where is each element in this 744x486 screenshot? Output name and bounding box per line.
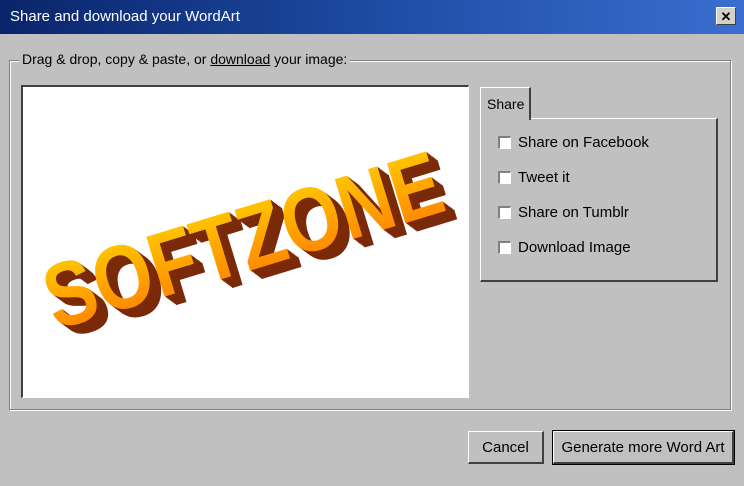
download-image-checkbox[interactable] [498,240,511,254]
generate-more-button[interactable]: Generate more Word Art [552,430,735,465]
share-facebook-label: Share on Facebook [518,133,649,151]
share-facebook-checkbox[interactable] [498,135,511,149]
tweet-label: Tweet it [518,168,570,186]
group-legend: Drag & drop, copy & paste, or download y… [19,51,351,67]
legend-text-start: Drag & drop, copy & paste, or [22,51,211,67]
close-button[interactable]: ✕ [716,7,736,25]
share-tumblr-label: Share on Tumblr [518,203,629,221]
download-image-label: Download Image [518,238,631,256]
wordart-image[interactable]: SOFTZONESOFTZONESOFTZONESOFTZONESOFTZONE… [23,87,468,397]
share-tumblr-checkbox[interactable] [498,205,511,219]
tab-share-label: Share [487,96,525,112]
title-bar[interactable]: Share and download your WordArt ✕ [0,0,744,34]
tweet-checkbox[interactable] [498,170,511,184]
download-link[interactable]: download [210,51,270,67]
share-facebook-option[interactable]: Share on Facebook [498,132,649,152]
tweet-option[interactable]: Tweet it [498,167,570,187]
share-dialog: Share and download your WordArt ✕ Drag &… [0,0,744,486]
legend-text-end: your image: [270,51,348,67]
share-tumblr-option[interactable]: Share on Tumblr [498,202,629,222]
close-icon: ✕ [720,8,732,24]
cancel-button[interactable]: Cancel [468,431,544,464]
window-title: Share and download your WordArt [10,8,240,25]
tab-share[interactable]: Share [480,87,531,120]
share-tab-panel: Share on Facebook Tweet it Share on Tumb… [480,118,718,282]
wordart-preview[interactable]: SOFTZONE SOFTZONE SOFTZONE SOFTZONE SOFTZONE… [21,85,469,398]
wordart-text: SOFTZONE [31,131,454,349]
download-image-option[interactable]: Download Image [498,237,631,257]
